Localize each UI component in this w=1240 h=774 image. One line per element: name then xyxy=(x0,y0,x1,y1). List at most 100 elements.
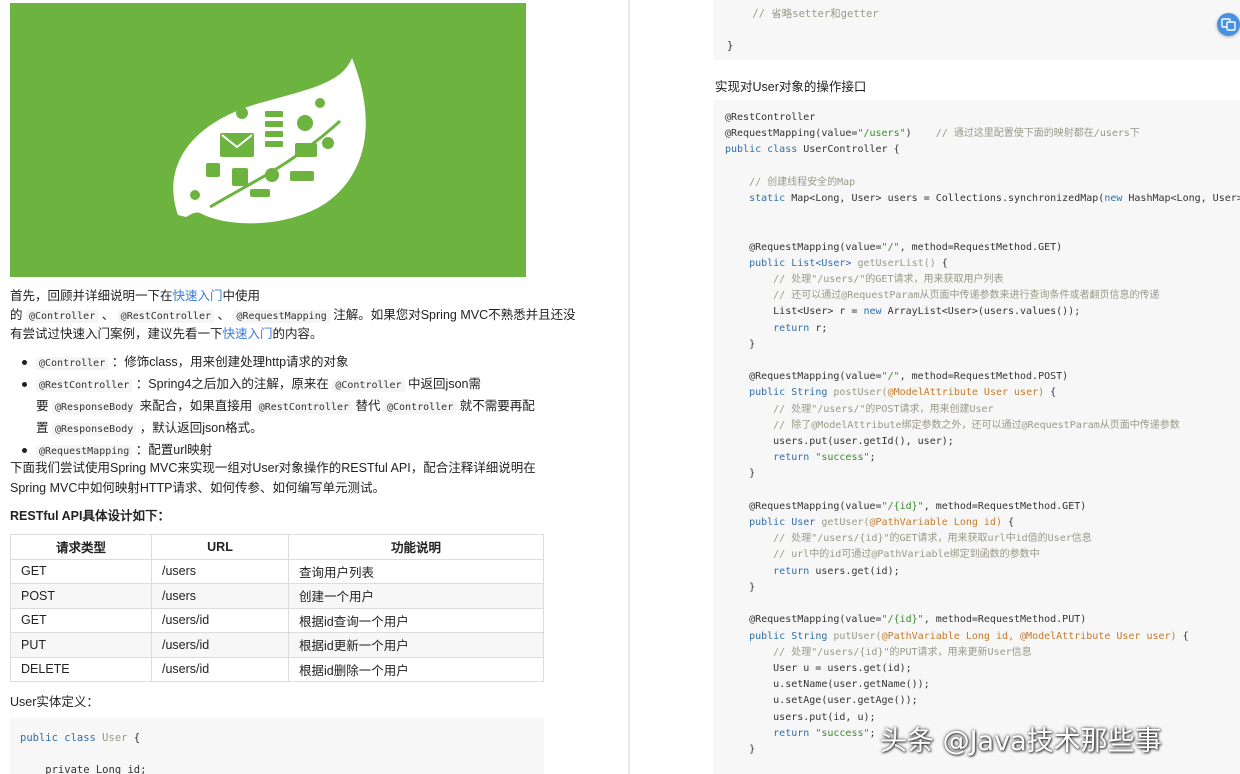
table-row: GET/users/id 根据id查询一个用户 xyxy=(10,607,544,633)
table-cell: PUT xyxy=(10,632,152,658)
code-annotation: @RestController xyxy=(725,112,816,123)
code-text: List<User> r = xyxy=(725,306,864,318)
code-text: , method=RequestMethod.GET) xyxy=(923,500,1087,512)
code-keyword: return xyxy=(725,565,810,577)
entity-heading: User实体定义： xyxy=(10,695,99,709)
code-keyword: new xyxy=(1104,193,1123,205)
list-text: ：Spring4之后加入的注解，原来在 xyxy=(132,377,333,391)
inline-code: @Controller xyxy=(332,379,405,392)
list-item: @Controller ：修饰class，用来创建处理http请求的对象 xyxy=(22,352,535,374)
code-comment: // 处理"/users/"的GET请求，用来获取用户列表 xyxy=(725,274,1004,286)
interface-heading: 实现对User对象的操作接口 xyxy=(715,80,867,94)
table-cell: GET xyxy=(10,558,152,584)
code-text: @RequestMapping(value= xyxy=(725,128,858,140)
left-page: 首先，回顾并详细说明一下在快速入门中使用 的 @Controller 、 @Re… xyxy=(0,0,628,774)
code-method: putUser( xyxy=(827,630,882,642)
code-method: getUser( xyxy=(815,517,870,529)
translate-float-button[interactable] xyxy=(1217,13,1240,36)
code-string: "/users" xyxy=(857,128,906,140)
code-string: "/" xyxy=(881,371,900,383)
code-text: User xyxy=(95,732,128,744)
code-type: String xyxy=(785,387,828,399)
code-text: { xyxy=(1176,630,1189,642)
table-cell: GET xyxy=(10,607,152,633)
user-controller-code-block: @RestController @RequestMapping(value="/… xyxy=(713,100,1240,774)
code-text: Map<Long, User> users = Collections.sync… xyxy=(785,193,1105,205)
intro-text: 注解。如果您对Spring MVC不熟悉并且还没 xyxy=(329,308,576,322)
code-keyword: public xyxy=(725,517,786,529)
body-line-1: 下面我们尝试使用Spring MVC来实现一组对User对象操作的RESTful… xyxy=(10,461,536,475)
code-text: { xyxy=(127,732,141,744)
code-text: User u = users.get(id); xyxy=(725,662,912,674)
code-text: , method=RequestMethod.POST) xyxy=(899,371,1069,383)
intro-line-3: 有尝试过快速入门案例，建议先看一下快速入门的内容。 xyxy=(10,324,323,344)
code-text: { xyxy=(1001,517,1015,529)
code-type: User xyxy=(785,517,816,529)
code-comment: // 处理"/users/"的POST请求，用来创建User xyxy=(725,403,994,415)
quickstart-link[interactable]: 快速入门 xyxy=(173,289,223,303)
list-text: 替代 xyxy=(352,399,384,413)
table-cell: /users/id xyxy=(151,656,289,682)
right-page: // 省略setter和getter } 实现对User对象的操作接口 @Res… xyxy=(630,0,1240,774)
table-cell: 创建一个用户 xyxy=(288,583,544,609)
code-text: @RequestMapping(value= xyxy=(725,614,882,626)
list-text: ：修饰class，用来创建处理http请求的对象 xyxy=(108,355,349,369)
list-text: 就不需要再配 xyxy=(456,399,535,413)
code-text: UserController { xyxy=(797,144,900,156)
bullet-dot-icon xyxy=(22,382,27,387)
code-text: } xyxy=(725,468,756,480)
code-comment: // 通过这里配置使下面的映射都在/users下 xyxy=(911,128,1140,140)
table-cell: /users/id xyxy=(151,607,289,633)
code-type: String xyxy=(785,630,828,642)
code-text: , method=RequestMethod.PUT) xyxy=(923,614,1087,626)
code-text: @RequestMapping(value= xyxy=(725,371,882,383)
table-header-row: 请求类型 URL 功能说明 xyxy=(10,534,544,560)
code-text: u.setName(user.getName()); xyxy=(725,679,930,691)
watermark: 头条 @Java技术那些事 xyxy=(880,726,1162,757)
code-text: { xyxy=(1044,387,1057,399)
code-string: "/{id}" xyxy=(881,500,924,512)
api-design-heading: RESTful API具体设计如下： xyxy=(10,509,170,523)
table-cell: /users xyxy=(151,558,289,584)
code-keyword: return xyxy=(725,727,810,739)
quickstart-link[interactable]: 快速入门 xyxy=(223,327,273,341)
code-string: "/" xyxy=(881,241,900,253)
code-comment: // 创建线程安全的Map xyxy=(725,176,856,188)
code-comment: // 还可以通过@RequestParam从页面中传递参数来进行查询条件或者翻页… xyxy=(725,290,1160,302)
code-comment: // 除了@ModelAttribute绑定参数之外，还可以通过@Request… xyxy=(725,419,1180,431)
list-text: 中返回json需 xyxy=(404,377,481,391)
table-header-cell: 功能说明 xyxy=(288,534,544,560)
list-text: 置 xyxy=(36,421,52,435)
intro-text: 的内容。 xyxy=(272,327,323,341)
code-comment: // url中的id可通过@PathVariable绑定到函数的参数中 xyxy=(725,549,1040,561)
code-comment: // 省略setter和getter xyxy=(727,8,879,20)
code-text: users.put(user.getId(), user); xyxy=(725,436,954,448)
table-cell: 根据id删除一个用户 xyxy=(288,656,544,682)
code-text: { xyxy=(935,257,948,269)
table-cell: /users/id xyxy=(151,632,289,658)
code-keyword: static xyxy=(725,193,786,205)
table-header-cell: URL xyxy=(151,534,289,560)
code-param: @PathVariable Long id) xyxy=(869,517,1002,529)
list-item-continuation: 要 @ResponseBody 来配合，如果直接用 @RestControlle… xyxy=(22,396,535,418)
code-text: users.get(id); xyxy=(809,565,900,577)
code-text: } xyxy=(725,743,756,755)
table-row: POST/users 创建一个用户 xyxy=(10,583,544,609)
list-text: 要 xyxy=(36,399,52,413)
annotation-list: @Controller ：修饰class，用来创建处理http请求的对象 @Re… xyxy=(22,352,535,462)
intro-line-1: 首先，回顾并详细说明一下在快速入门中使用 xyxy=(10,286,260,306)
code-text: r; xyxy=(809,322,828,334)
code-text: private Long id; xyxy=(20,764,147,774)
table-cell: /users xyxy=(151,583,289,609)
code-string: "/{id}" xyxy=(881,614,924,626)
list-item-continuation: 置 @ResponseBody ，默认返回json格式。 xyxy=(22,418,535,440)
table-cell: 根据id更新一个用户 xyxy=(288,632,544,658)
code-comment: // 处理"/users/{id}"的PUT请求，用来更新User信息 xyxy=(725,646,1032,658)
code-text: u.setAge(user.getAge()); xyxy=(725,695,918,707)
translate-icon xyxy=(1221,18,1236,31)
code-type: List<User> xyxy=(785,257,852,269)
inline-code: @RestController xyxy=(36,379,133,392)
inline-code: @Controller xyxy=(25,310,99,323)
code-text: @RequestMapping(value= xyxy=(725,241,882,253)
code-string: "success" xyxy=(809,452,870,464)
